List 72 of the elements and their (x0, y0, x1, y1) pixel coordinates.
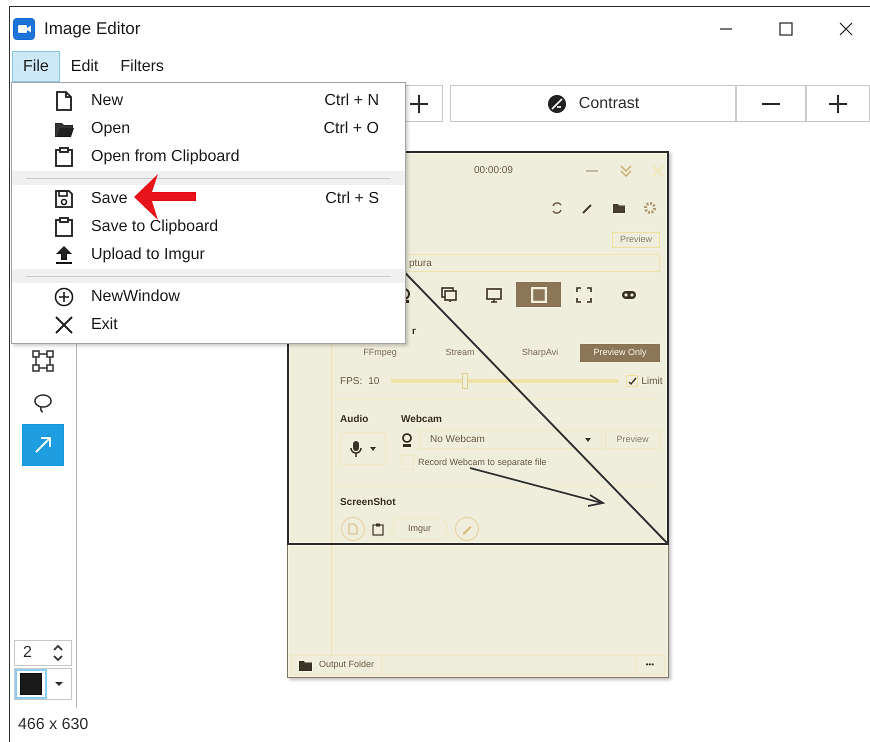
menu-item[interactable]: Edit (60, 51, 110, 82)
window-region-icon (530, 286, 546, 302)
menu-item[interactable]: Open from Clipboard (12, 143, 405, 171)
refresh-icon (550, 201, 564, 215)
menu-item[interactable]: New Ctrl + N (12, 87, 405, 115)
image-size-text: 466 x 630 (18, 715, 88, 735)
monitor-icon (486, 286, 502, 302)
file-icon (348, 523, 358, 535)
menu-item[interactable]: Open Ctrl + O (12, 115, 405, 143)
stroke-size-field[interactable]: 2 (14, 640, 72, 666)
plus-icon (828, 94, 848, 114)
menu-item[interactable]: Save Ctrl + S (12, 185, 405, 213)
minimize-icon (586, 170, 598, 172)
audio-label: Audio (340, 414, 370, 426)
clipboard-icon (54, 217, 74, 237)
limit-checkbox[interactable] (626, 375, 638, 387)
folder-icon (612, 201, 626, 215)
screens-icon (440, 286, 456, 302)
pencil-icon (461, 523, 474, 535)
gear-icon (643, 201, 657, 215)
lasso-tool-icon (31, 391, 55, 415)
microphone-icon (350, 440, 362, 458)
app-logo-icon (13, 18, 35, 40)
close-icon (650, 164, 665, 178)
fps-slider[interactable] (391, 373, 618, 389)
spin-arrows-icon (53, 644, 63, 662)
menu-item[interactable]: File (12, 51, 60, 82)
encoder-tab[interactable]: FFmpeg (340, 344, 420, 362)
menu-item[interactable]: Save to Clipboard (12, 213, 405, 241)
menu-item[interactable]: Filters (109, 51, 175, 82)
clipboard-icon[interactable] (372, 522, 384, 536)
checkbox[interactable] (401, 455, 414, 470)
menu-item[interactable]: Exit (12, 311, 405, 339)
contrast-button[interactable]: Contrast (450, 85, 736, 122)
window-title: Image Editor (44, 18, 140, 40)
upload-icon (54, 245, 74, 265)
plus-circle-icon (54, 287, 74, 307)
slider-thumb[interactable] (462, 373, 468, 389)
imgur-button[interactable]: Imgur (391, 518, 448, 540)
clipboard-icon (54, 147, 74, 167)
fullscreen-icon (576, 286, 592, 302)
encoder-tab[interactable]: SharpAvi (500, 344, 580, 362)
color-swatch[interactable] (15, 669, 47, 699)
encoder-tab[interactable]: Preview Only (580, 344, 660, 362)
limit-label: Limit (641, 374, 662, 388)
minus-icon (761, 102, 781, 104)
contrast-icon (546, 94, 567, 114)
document-icon (54, 91, 74, 111)
timer-text: 00:00:09 (474, 164, 513, 178)
close-icon (54, 315, 74, 335)
screenshot-label: ScreenShot (340, 497, 396, 509)
microphone-button[interactable] (340, 432, 386, 465)
output-folder-button[interactable]: Output Folder (292, 656, 382, 674)
more-button[interactable]: ••• (634, 656, 664, 674)
menu-item[interactable]: NewWindow (12, 283, 405, 311)
webcam-icon (401, 432, 413, 446)
fps-value: 10 (368, 374, 380, 388)
selection-tool-icon (31, 349, 55, 373)
caret-icon (370, 446, 376, 450)
arrow-shape[interactable] (470, 467, 606, 507)
caret-icon (585, 438, 591, 442)
double-chevron-icon (618, 164, 633, 178)
increase-button[interactable] (806, 85, 870, 122)
webcam-label: Webcam (401, 414, 443, 426)
folder-icon (299, 660, 312, 670)
pointer-arrow-icon (134, 174, 196, 220)
webcam-dropdown[interactable]: No Webcam (419, 430, 602, 449)
encoder-tab[interactable]: Stream (420, 344, 500, 362)
plus-icon (409, 94, 429, 114)
fps-label: FPS: (340, 374, 362, 388)
checkbox-label: Record Webcam to separate file (418, 456, 546, 469)
section-label: r (412, 325, 416, 338)
